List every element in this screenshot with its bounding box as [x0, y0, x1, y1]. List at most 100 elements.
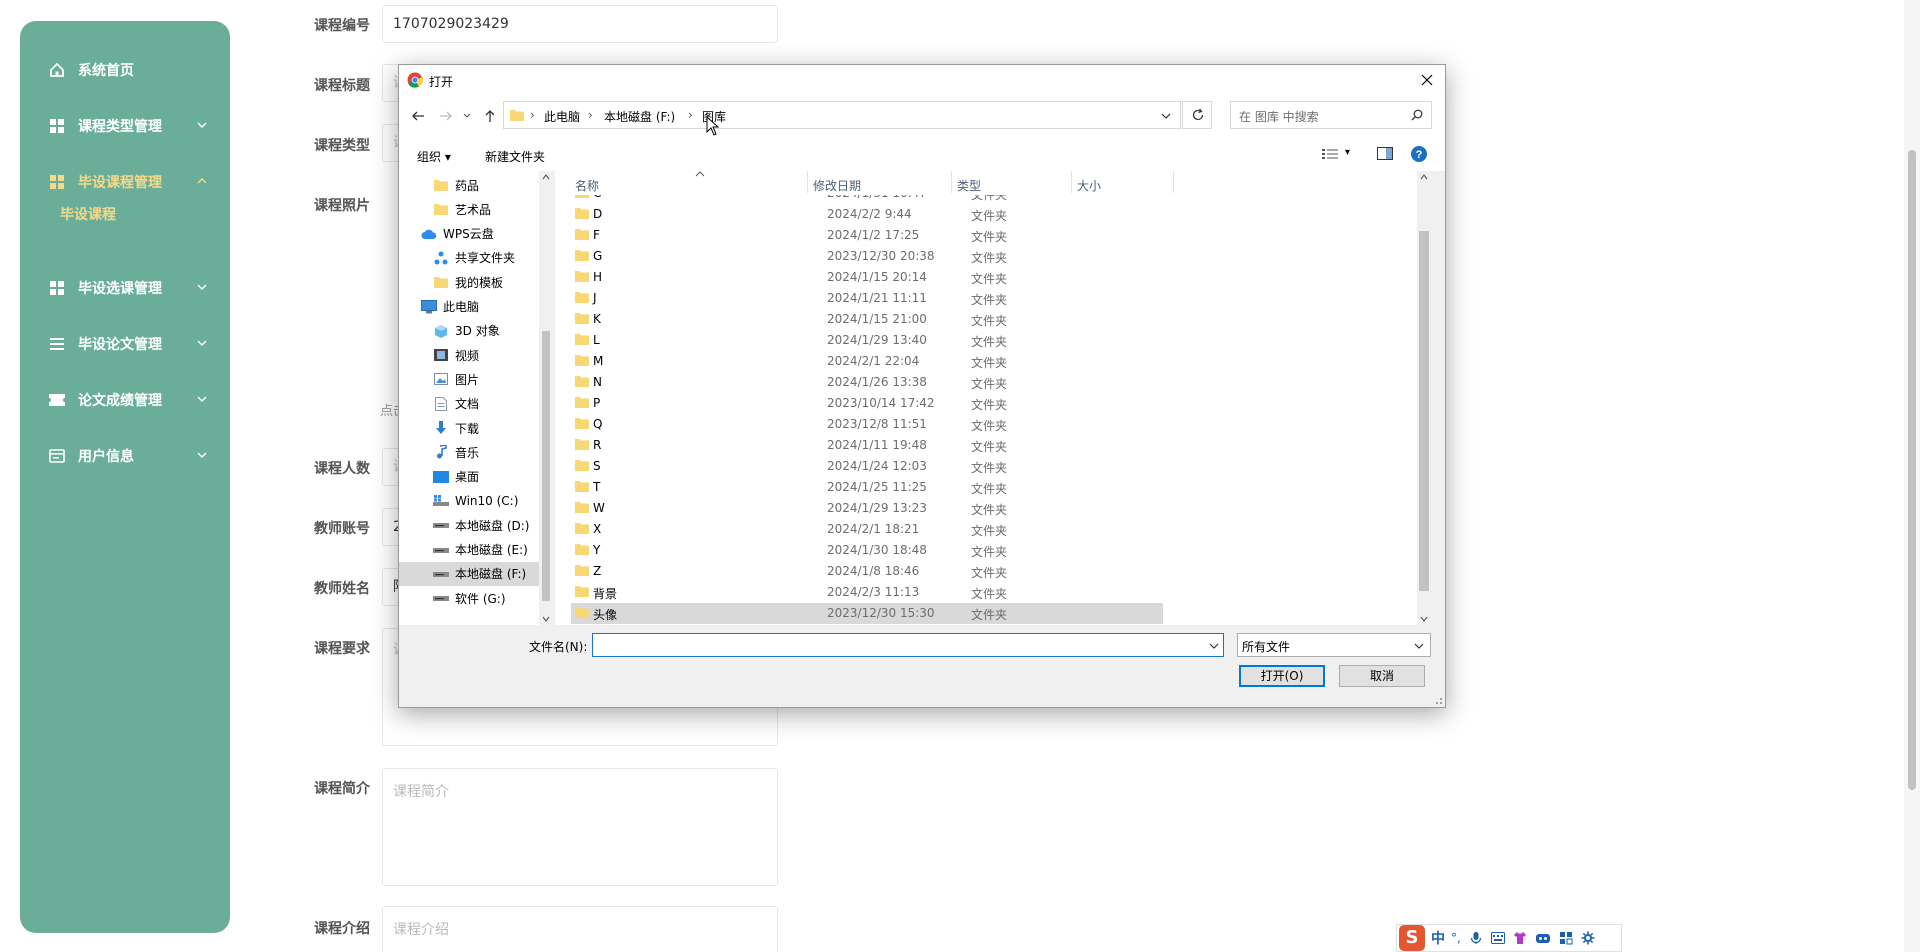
organize-button[interactable]: 组织 ▾: [417, 148, 451, 165]
course-no-input[interactable]: 1707029023429: [382, 5, 778, 43]
file-row[interactable]: F 2024/1/2 17:25 文件夹: [571, 225, 1163, 246]
column-name[interactable]: 名称: [575, 177, 599, 194]
scroll-up-icon[interactable]: [1420, 173, 1428, 181]
nav-item-thesis[interactable]: 毕设论文管理: [48, 329, 212, 359]
tree-item[interactable]: 共享文件夹: [399, 246, 539, 270]
dialog-titlebar[interactable]: 打开: [399, 65, 1445, 95]
chevron-down-icon[interactable]: [1161, 112, 1171, 120]
page-scrollbar[interactable]: [1904, 0, 1920, 952]
filename-input[interactable]: [592, 633, 1224, 657]
file-list-scrollbar[interactable]: [1417, 171, 1431, 625]
tree-item[interactable]: 下载: [399, 416, 539, 440]
ime-mode-toggle[interactable]: 中: [1431, 928, 1445, 948]
keyboard-icon[interactable]: [1490, 932, 1505, 944]
robot-icon[interactable]: [1535, 932, 1551, 944]
nav-item-grades[interactable]: 论文成绩管理: [48, 385, 212, 415]
file-type-select[interactable]: 所有文件: [1237, 633, 1431, 657]
back-arrow-icon[interactable]: [411, 109, 425, 123]
intro-textarea[interactable]: 课程介绍: [382, 906, 778, 952]
file-row[interactable]: L 2024/1/29 13:40 文件夹: [571, 330, 1163, 351]
file-row[interactable]: 背景 2024/2/3 11:13 文件夹: [571, 582, 1163, 603]
file-row[interactable]: X 2024/2/1 18:21 文件夹: [571, 519, 1163, 540]
nav-item-user-info[interactable]: 用户信息: [48, 441, 212, 471]
scroll-up-icon[interactable]: [542, 173, 550, 181]
up-arrow-icon[interactable]: [483, 109, 497, 123]
column-divider[interactable]: [1173, 171, 1174, 193]
tree-item[interactable]: 软件 (G:): [399, 586, 539, 610]
file-row[interactable]: P 2023/10/14 17:42 文件夹: [571, 393, 1163, 414]
tree-item[interactable]: 文档: [399, 392, 539, 416]
tree-item[interactable]: 此电脑: [399, 295, 539, 319]
settings-gear-icon[interactable]: [1581, 931, 1595, 945]
address-bar[interactable]: › 此电脑 › 本地磁盘 (F:) › 图库: [503, 101, 1181, 129]
toolbox-grid-icon[interactable]: [1559, 931, 1573, 945]
file-row[interactable]: D 2024/2/2 9:44 文件夹: [571, 204, 1163, 225]
tree-item[interactable]: 音乐: [399, 440, 539, 464]
recent-dropdown-icon[interactable]: [463, 112, 471, 120]
file-row[interactable]: R 2024/1/11 19:48 文件夹: [571, 435, 1163, 456]
tree-item[interactable]: 本地磁盘 (F:): [399, 561, 539, 586]
tree-item[interactable]: 桌面: [399, 465, 539, 489]
column-size[interactable]: 大小: [1077, 177, 1101, 194]
sidebar-subitem-thesis-course[interactable]: 毕设课程: [60, 204, 116, 224]
file-row[interactable]: H 2024/1/15 20:14 文件夹: [571, 267, 1163, 288]
file-row[interactable]: C 2024/1/31 16:47 文件夹: [571, 195, 1163, 204]
breadcrumb-item[interactable]: 此电脑: [544, 108, 580, 125]
file-row[interactable]: W 2024/1/29 13:23 文件夹: [571, 498, 1163, 519]
file-row[interactable]: M 2024/2/1 22:04 文件夹: [571, 351, 1163, 372]
new-folder-button[interactable]: 新建文件夹: [485, 148, 545, 165]
tree-item[interactable]: 3D 对象: [399, 319, 539, 343]
file-row[interactable]: G 2023/12/30 20:38 文件夹: [571, 246, 1163, 267]
file-row[interactable]: Q 2023/12/8 11:51 文件夹: [571, 414, 1163, 435]
forward-arrow-icon[interactable]: [439, 109, 453, 123]
tree-item[interactable]: 艺术品: [399, 197, 539, 221]
skin-shirt-icon[interactable]: [1513, 931, 1527, 945]
microphone-icon[interactable]: [1469, 931, 1483, 945]
open-button[interactable]: 打开(O): [1239, 665, 1325, 687]
nav-item-course-selection[interactable]: 毕设选课管理: [48, 273, 212, 303]
tree-item[interactable]: 本地磁盘 (E:): [399, 538, 539, 562]
tree-item[interactable]: 我的模板: [399, 270, 539, 294]
scroll-down-icon[interactable]: [542, 615, 550, 623]
file-row[interactable]: T 2024/1/25 11:25 文件夹: [571, 477, 1163, 498]
breadcrumb-item[interactable]: 本地磁盘 (F:): [604, 108, 675, 125]
chevron-down-icon[interactable]: [1209, 642, 1219, 650]
tree-item[interactable]: 本地磁盘 (D:): [399, 513, 539, 537]
column-type[interactable]: 类型: [957, 177, 981, 194]
tree-item[interactable]: WPS云盘: [399, 222, 539, 246]
help-icon[interactable]: ?: [1411, 146, 1427, 162]
column-date[interactable]: 修改日期: [813, 177, 861, 194]
tree-item[interactable]: 视频: [399, 343, 539, 367]
file-row[interactable]: K 2024/1/15 21:00 文件夹: [571, 309, 1163, 330]
resize-grip-icon[interactable]: [1433, 695, 1443, 705]
cancel-button[interactable]: 取消: [1339, 665, 1425, 687]
preview-pane-icon[interactable]: [1377, 147, 1393, 160]
column-divider[interactable]: [951, 171, 952, 193]
file-row[interactable]: 头像 2023/12/30 15:30 文件夹: [571, 603, 1163, 624]
search-input[interactable]: 在 图库 中搜索: [1230, 101, 1432, 129]
summary-textarea[interactable]: 课程简介: [382, 768, 778, 886]
file-row[interactable]: S 2024/1/24 12:03 文件夹: [571, 456, 1163, 477]
view-options-icon[interactable]: [1322, 148, 1338, 160]
scroll-down-icon[interactable]: [1420, 615, 1428, 623]
tree-item[interactable]: 图片: [399, 367, 539, 391]
file-row[interactable]: J 2024/1/21 11:11 文件夹: [571, 288, 1163, 309]
nav-item-thesis-course[interactable]: 毕设课程管理: [48, 167, 212, 197]
nav-item-course-type[interactable]: 课程类型管理: [48, 111, 212, 141]
nav-item-home[interactable]: 系统首页: [48, 55, 212, 85]
file-list-scrollbar-thumb[interactable]: [1419, 231, 1429, 591]
tree-scrollbar-thumb[interactable]: [542, 331, 550, 601]
refresh-button[interactable]: [1182, 101, 1212, 129]
file-row[interactable]: Y 2024/1/30 18:48 文件夹: [571, 540, 1163, 561]
page-scrollbar-thumb[interactable]: [1908, 150, 1916, 790]
tree-scrollbar[interactable]: [539, 171, 553, 625]
file-row[interactable]: N 2024/1/26 13:38 文件夹: [571, 372, 1163, 393]
file-row[interactable]: Z 2024/1/8 18:46 文件夹: [571, 561, 1163, 582]
view-dropdown-icon[interactable]: ▾: [1345, 147, 1350, 158]
tree-item[interactable]: 药品: [399, 173, 539, 197]
close-icon[interactable]: [1417, 70, 1437, 90]
column-divider[interactable]: [807, 171, 808, 193]
ime-toolbar[interactable]: S 中 °,: [1396, 924, 1622, 952]
tree-item[interactable]: Win10 (C:): [399, 489, 539, 513]
ime-punct-toggle[interactable]: °,: [1451, 931, 1461, 945]
